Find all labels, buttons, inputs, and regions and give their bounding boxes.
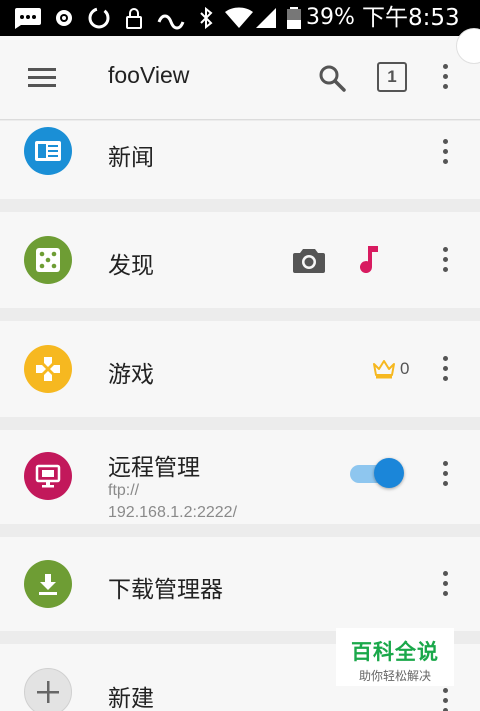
list-item-remote-management[interactable]: 远程管理 ftp:// 192.168.1.2:2222/ — [0, 430, 480, 524]
item-label: 远程管理 — [108, 455, 200, 481]
ftp-scheme: ftp:// — [108, 482, 140, 499]
record-icon — [56, 10, 72, 26]
tabs-button[interactable]: 1 — [377, 62, 407, 92]
app-title: fooView — [108, 62, 190, 88]
remote-toggle[interactable] — [350, 458, 404, 488]
item-label: 下载管理器 — [108, 577, 223, 603]
item-label: 游戏 — [108, 362, 154, 388]
clock: 下午8:53 — [362, 5, 460, 31]
more-vert-icon[interactable] — [440, 64, 450, 94]
crown-icon — [373, 360, 395, 379]
link-icon — [157, 14, 185, 30]
more-vert-icon[interactable] — [440, 139, 450, 169]
news-icon — [24, 127, 72, 175]
more-vert-icon[interactable] — [440, 247, 450, 277]
battery-percent: 39% — [306, 5, 355, 30]
list-item-news[interactable]: 新闻 — [0, 121, 480, 199]
more-vert-icon[interactable] — [440, 461, 450, 491]
ftp-address: ftp:// 192.168.1.2:2222/ — [108, 480, 237, 524]
item-label: 新闻 — [108, 145, 154, 171]
app-bar: fooView 1 — [0, 28, 480, 120]
toggle-thumb — [374, 458, 404, 488]
lock-icon — [126, 8, 142, 29]
music-note-icon[interactable] — [358, 244, 380, 274]
menu-icon[interactable] — [28, 68, 56, 88]
more-vert-icon[interactable] — [440, 356, 450, 386]
battery-icon — [287, 7, 301, 29]
crown-count: 0 — [400, 359, 410, 378]
item-label: 新建 — [108, 686, 154, 711]
bluetooth-icon — [200, 6, 213, 30]
watermark-title: 百科全说 — [351, 640, 439, 664]
more-vert-icon[interactable] — [440, 688, 450, 711]
list-item-discover[interactable]: 发现 — [0, 212, 480, 308]
camera-icon[interactable] — [292, 246, 326, 274]
watermark-subtitle: 助你轻松解决 — [358, 669, 431, 683]
tab-count: 1 — [387, 67, 397, 86]
sync-icon — [88, 7, 110, 29]
signal-icon — [256, 8, 276, 28]
list-item-download-manager[interactable]: 下载管理器 — [0, 537, 480, 631]
add-icon — [24, 668, 72, 711]
more-vert-icon[interactable] — [440, 571, 450, 601]
chat-bubble-icon — [15, 8, 41, 29]
gamepad-icon — [24, 345, 72, 393]
item-label: 发现 — [108, 253, 154, 279]
download-icon — [24, 560, 72, 608]
watermark-logo: 百科全说 助你轻松解决 — [336, 628, 454, 686]
list-item-games[interactable]: 游戏 0 — [0, 321, 480, 417]
wifi-icon — [225, 7, 253, 28]
ftp-host: 192.168.1.2:2222/ — [108, 504, 238, 521]
status-bar: 39% 下午8:53 — [0, 0, 480, 36]
floating-ball[interactable] — [456, 28, 480, 64]
remote-desktop-icon — [24, 452, 72, 500]
dice-icon — [24, 236, 72, 284]
search-icon[interactable] — [316, 62, 348, 94]
